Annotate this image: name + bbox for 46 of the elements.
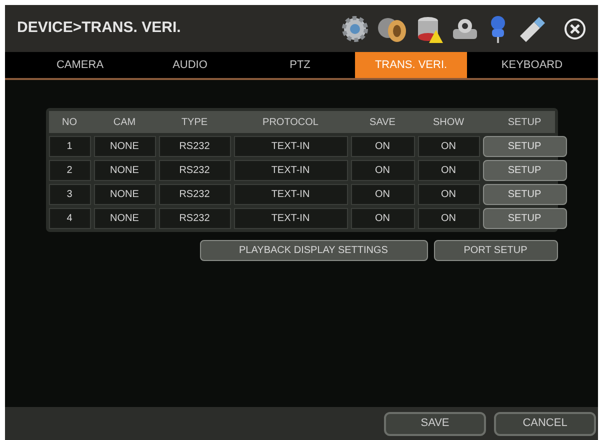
table-cell: 4 <box>48 208 90 229</box>
table-cell: ON <box>418 184 480 205</box>
table-cell: NONE <box>94 208 156 229</box>
column-header: TYPE <box>180 116 209 130</box>
footer-button[interactable]: CANCEL <box>494 412 596 436</box>
tab[interactable]: PTZ <box>245 52 355 78</box>
setup-button[interactable]: SETUP <box>482 208 566 229</box>
table-cell: TEXT-IN <box>234 184 348 205</box>
table-cell: 1 <box>48 136 90 157</box>
setup-button[interactable]: SETUP <box>482 160 566 181</box>
table-cell: ON <box>418 136 480 157</box>
table-cell: RS232 <box>158 136 230 157</box>
table-cell: ON <box>350 184 414 205</box>
tab[interactable]: CAMERA <box>25 52 135 78</box>
table-cell: ON <box>418 160 480 181</box>
gear-icon[interactable] <box>340 14 370 44</box>
table-cell: ON <box>350 136 414 157</box>
footer-button[interactable]: SAVE <box>384 412 486 436</box>
table-cell: RS232 <box>158 160 230 181</box>
table-cell: NONE <box>94 160 156 181</box>
column-header: NO <box>61 116 78 130</box>
table-cell: RS232 <box>158 208 230 229</box>
table-cell: NONE <box>94 136 156 157</box>
table-cell: 3 <box>48 184 90 205</box>
table-cell: ON <box>350 160 414 181</box>
setup-button[interactable]: SETUP <box>482 184 566 205</box>
table-cell: NONE <box>94 184 156 205</box>
table-cell: TEXT-IN <box>234 208 348 229</box>
setup-button[interactable]: SETUP <box>482 136 566 157</box>
column-header: SHOW <box>432 116 466 130</box>
table-cell: 2 <box>48 160 90 181</box>
column-header: PROTOCOL <box>262 116 320 130</box>
column-header: CAM <box>112 116 137 130</box>
tab[interactable]: AUDIO <box>135 52 245 78</box>
table-cell: ON <box>350 208 414 229</box>
table-cell: TEXT-IN <box>234 136 348 157</box>
table-cell: TEXT-IN <box>234 160 348 181</box>
column-header: SAVE <box>368 116 396 130</box>
table-cell: RS232 <box>158 184 230 205</box>
close-icon[interactable] <box>564 18 586 40</box>
column-header: SETUP <box>506 116 542 130</box>
table-cell: ON <box>418 208 480 229</box>
action-button[interactable]: PLAYBACK DISPLAY SETTINGS <box>200 240 428 261</box>
window-title: DEVICE>TRANS. VERI. <box>17 18 181 38</box>
action-button[interactable]: PORT SETUP <box>434 240 558 261</box>
tab[interactable]: KEYBOARD <box>467 52 597 78</box>
